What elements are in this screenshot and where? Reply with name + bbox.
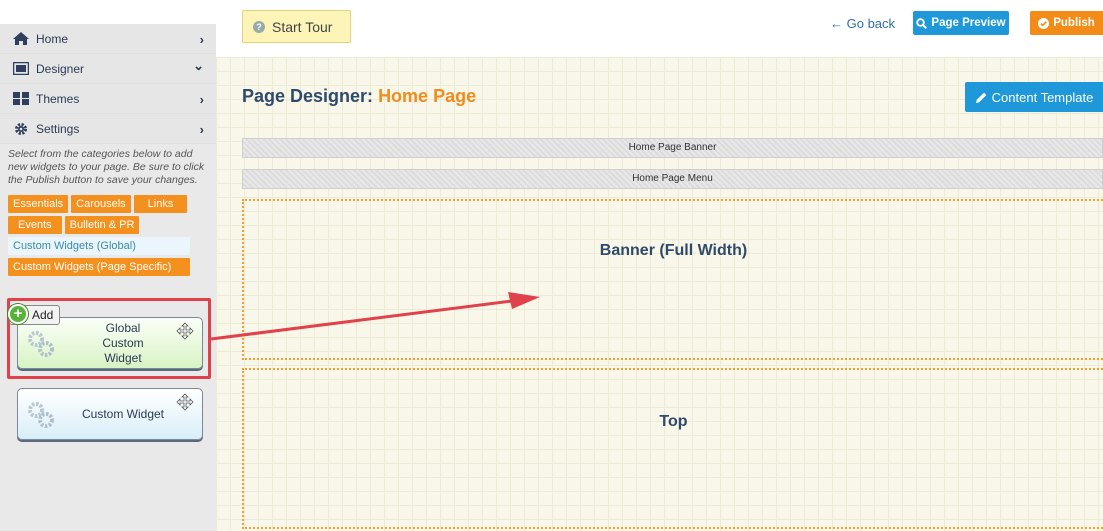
home-page-banner-bar[interactable]: Home Page Banner	[242, 138, 1103, 158]
add-widget-badge[interactable]: + Add	[8, 304, 61, 325]
start-tour-label: Start Tour	[272, 18, 333, 35]
sidebar-item-label: Home	[36, 31, 69, 46]
content-template-button[interactable]: Content Template	[965, 82, 1103, 112]
question-icon: ?	[253, 20, 265, 33]
page-title-prefix: Page Designer:	[242, 86, 374, 106]
gears-icon	[28, 402, 54, 428]
home-icon	[12, 32, 30, 46]
banner-full-width-zone[interactable]: Banner (Full Width)	[242, 199, 1103, 360]
chevron-right-icon: ›	[199, 32, 204, 47]
category-events[interactable]: Events	[8, 216, 62, 234]
category-essentials[interactable]: Essentials	[8, 195, 69, 213]
chevron-right-icon: ›	[199, 92, 204, 107]
sidebar-help-text: Select from the categories below to add …	[8, 148, 205, 186]
category-carousels[interactable]: Carousels	[71, 195, 131, 213]
category-links[interactable]: Links	[133, 195, 188, 213]
check-circle-icon	[1038, 17, 1050, 29]
sidebar: Home › Designer ⌄ Themes › Settings › Se…	[0, 0, 216, 531]
designer-canvas: Page Designer: Home Page Content Templat…	[216, 57, 1103, 531]
home-page-menu-bar[interactable]: Home Page Menu	[242, 169, 1103, 189]
widget-label: Custom Widget	[81, 406, 165, 421]
publish-button[interactable]: Publish	[1030, 11, 1103, 35]
page-preview-button[interactable]: Page Preview	[913, 11, 1009, 35]
sidebar-item-settings[interactable]: Settings ›	[0, 114, 216, 144]
page-title: Page Designer: Home Page	[242, 86, 476, 107]
page-preview-label: Page Preview	[931, 17, 1006, 29]
plus-circle-icon: +	[8, 304, 28, 324]
gears-icon	[28, 331, 54, 357]
widget-label: Global Custom Widget	[102, 320, 144, 365]
sidebar-item-themes[interactable]: Themes ›	[0, 84, 216, 114]
move-icon[interactable]	[176, 393, 194, 411]
top-toolbar: ? Start Tour ← Go back Page Preview Publ…	[216, 0, 1103, 57]
search-icon	[916, 17, 928, 29]
chevron-down-icon: ⌄	[193, 58, 204, 73]
sidebar-item-label: Themes	[36, 91, 80, 106]
page-title-name: Home Page	[378, 86, 477, 106]
top-zone[interactable]: Top	[242, 368, 1103, 529]
sidebar-top-gap	[0, 0, 216, 24]
content-template-label: Content Template	[991, 89, 1094, 105]
category-custom-widgets-global[interactable]: Custom Widgets (Global)	[8, 237, 190, 255]
zone-label: Top	[659, 413, 688, 430]
move-icon[interactable]	[176, 322, 194, 340]
sidebar-item-designer[interactable]: Designer ⌄	[0, 54, 216, 84]
zone-label: Banner (Full Width)	[599, 242, 748, 259]
go-back-link[interactable]: ← Go back	[830, 16, 895, 31]
category-custom-widgets-page-specific[interactable]: Custom Widgets (Page Specific)	[8, 258, 190, 276]
add-label: Add	[32, 308, 54, 322]
themes-grid-icon	[12, 92, 30, 106]
pencil-icon	[975, 92, 987, 103]
category-bulletin-pr[interactable]: Bulletin & PR	[64, 216, 140, 234]
start-tour-button[interactable]: ? Start Tour	[242, 10, 351, 43]
sidebar-item-home[interactable]: Home ›	[0, 24, 216, 54]
chevron-right-icon: ›	[199, 122, 204, 137]
gear-icon	[12, 122, 30, 136]
widget-categories: Essentials Carousels Links Events Bullet…	[0, 195, 210, 276]
sidebar-item-label: Designer	[36, 61, 85, 76]
custom-widget-tile[interactable]: Custom Widget	[17, 388, 203, 440]
main-area: ? Start Tour ← Go back Page Preview Publ…	[216, 0, 1103, 531]
designer-icon	[12, 62, 30, 76]
sidebar-item-label: Settings	[36, 121, 80, 136]
publish-label: Publish	[1053, 17, 1095, 29]
